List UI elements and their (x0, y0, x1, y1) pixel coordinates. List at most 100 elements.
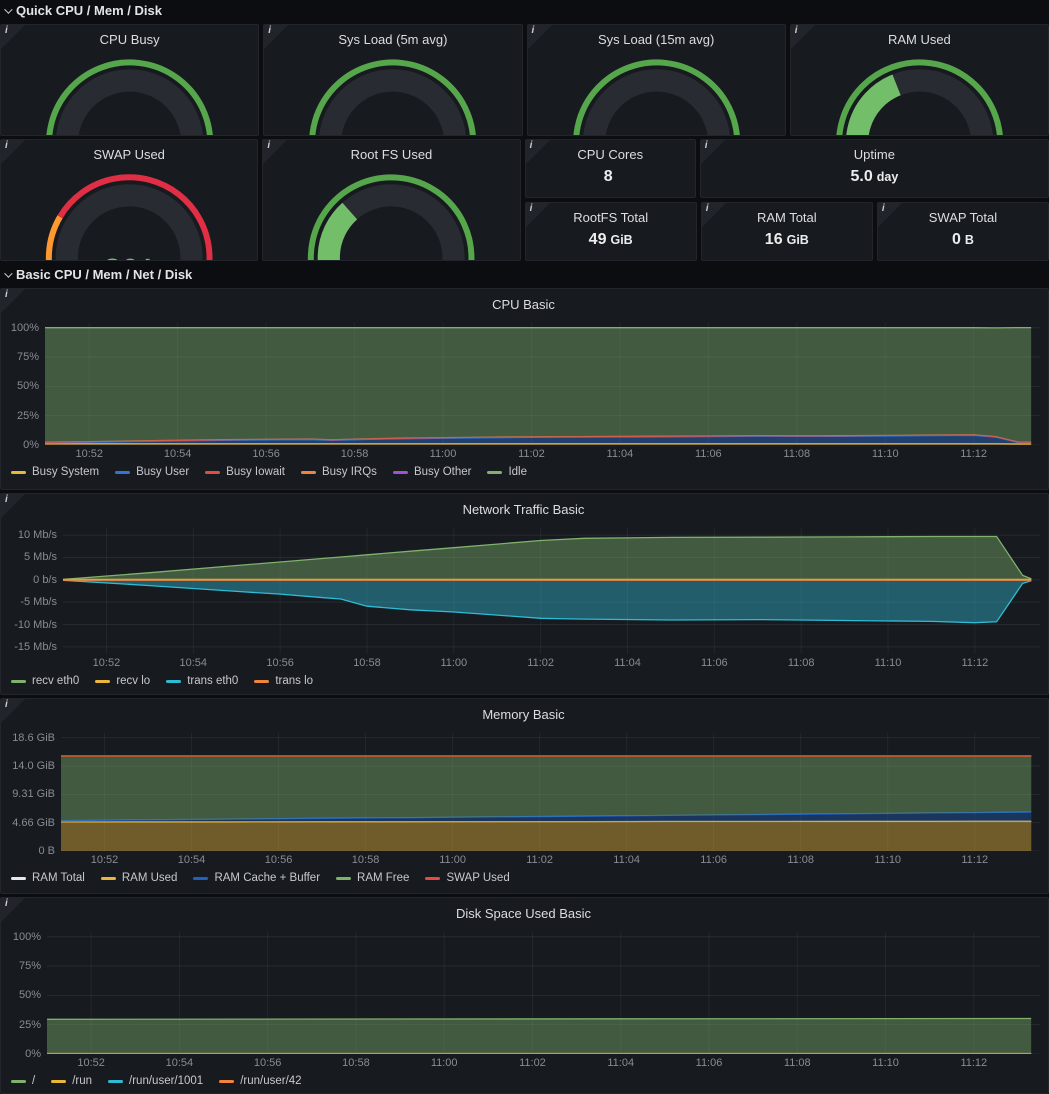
x-tick-label: 11:12 (961, 854, 988, 866)
second-row: i SWAP Used 0% i Root FS Used 34.6% i CP… (0, 139, 1049, 261)
legend-item[interactable]: /run/user/42 (219, 1075, 301, 1087)
legend-label: Idle (508, 466, 527, 478)
panel-title[interactable]: Sys Load (15m avg) (528, 25, 785, 47)
y-axis: 10 Mb/s5 Mb/s0 b/s-5 Mb/s-10 Mb/s-15 Mb/… (7, 528, 63, 654)
legend-swatch (254, 680, 269, 683)
x-tick-label: 10:54 (180, 657, 208, 669)
legend-label: Busy Iowait (226, 466, 285, 478)
y-tick-label: 9.31 GiB (12, 788, 55, 800)
legend-item[interactable]: recv lo (95, 675, 150, 687)
y-tick-label: -10 Mb/s (14, 619, 57, 631)
panel-title[interactable]: RAM Total (702, 203, 872, 227)
legend-item[interactable]: Idle (487, 466, 527, 478)
panel-title[interactable]: SWAP Total (878, 203, 1048, 227)
legend-item[interactable]: / (11, 1075, 35, 1087)
panel-info-icon[interactable]: i (526, 203, 550, 227)
panel-title[interactable]: Root FS Used (263, 140, 519, 162)
panel-root-fs-used: i Root FS Used 34.6% (262, 139, 520, 261)
legend-item[interactable]: RAM Used (101, 872, 178, 884)
panel-ram-total: i RAM Total 16GiB (701, 202, 873, 261)
legend-item[interactable]: Busy User (115, 466, 189, 478)
panel-info-icon[interactable]: i (528, 25, 552, 49)
x-tick-label: 11:12 (962, 657, 989, 669)
legend-swatch (336, 877, 351, 880)
legend: recv eth0 recv lo trans eth0 trans lo (7, 670, 1040, 692)
panel-ram-used: i RAM Used 42% (790, 24, 1049, 136)
legend-item[interactable]: Busy IRQs (301, 466, 377, 478)
legend-label: Busy IRQs (322, 466, 377, 478)
gauge-swap-used: 0% (1, 162, 257, 261)
x-tick-label: 11:08 (783, 448, 810, 460)
row-header-basic[interactable]: Basic CPU / Mem / Net / Disk (0, 264, 1049, 285)
panel-title[interactable]: CPU Basic (7, 289, 1040, 313)
panel-info-icon[interactable]: i (1, 699, 25, 723)
panel-info-icon[interactable]: i (791, 25, 815, 49)
panel-title[interactable]: Sys Load (5m avg) (264, 25, 521, 47)
legend-swatch (108, 1080, 123, 1083)
panel-info-icon[interactable]: i (878, 203, 902, 227)
panel-info-icon[interactable]: i (701, 140, 725, 164)
x-tick-label: 11:10 (874, 854, 901, 866)
chart-canvas[interactable] (61, 733, 1040, 851)
panel-memory-basic: i Memory Basic 18.6 GiB14.0 GiB9.31 GiB4… (0, 698, 1049, 894)
panel-title[interactable]: RootFS Total (526, 203, 696, 227)
x-tick-label: 11:12 (960, 1057, 987, 1069)
y-tick-label: 0 b/s (33, 574, 57, 586)
x-tick-label: 11:02 (519, 1057, 546, 1069)
panel-swap-total: i SWAP Total 0B (877, 202, 1049, 261)
legend-item[interactable]: Busy Other (393, 466, 472, 478)
panel-title[interactable]: CPU Cores (526, 140, 695, 164)
chart-canvas[interactable] (63, 528, 1040, 654)
row-header-quick[interactable]: Quick CPU / Mem / Disk (0, 0, 1049, 21)
panel-info-icon[interactable]: i (702, 203, 726, 227)
panel-title[interactable]: Disk Space Used Basic (7, 898, 1040, 922)
panel-title[interactable]: Uptime (701, 140, 1048, 164)
panel-title[interactable]: RAM Used (791, 25, 1048, 47)
legend-label: Busy System (32, 466, 99, 478)
panel-title[interactable]: CPU Busy (1, 25, 258, 47)
panel-info-icon[interactable]: i (526, 140, 550, 164)
panel-info-icon[interactable]: i (1, 140, 25, 164)
panel-info-icon[interactable]: i (1, 25, 25, 49)
x-tick-label: 11:02 (527, 657, 554, 669)
legend-item[interactable]: /run/user/1001 (108, 1075, 203, 1087)
legend-label: recv eth0 (32, 675, 79, 687)
y-axis: 100%75%50%25%0% (7, 323, 45, 445)
x-tick-label: 11:04 (607, 1057, 634, 1069)
legend-item[interactable]: RAM Cache + Buffer (193, 872, 320, 884)
stat-value: 0B (878, 227, 1048, 260)
panel-info-icon[interactable]: i (1, 494, 25, 518)
panel-info-icon[interactable]: i (263, 140, 287, 164)
panel-network-traffic-basic: i Network Traffic Basic 10 Mb/s5 Mb/s0 b… (0, 493, 1049, 695)
gauge-sys-load-5m: 10.9% (264, 47, 521, 136)
legend-swatch (193, 877, 208, 880)
legend-item[interactable]: recv eth0 (11, 675, 79, 687)
legend-item[interactable]: RAM Total (11, 872, 85, 884)
legend-label: /run/user/42 (240, 1075, 301, 1087)
legend-item[interactable]: Busy System (11, 466, 99, 478)
legend-item[interactable]: RAM Free (336, 872, 409, 884)
y-tick-label: 75% (19, 960, 41, 972)
x-axis: 10:5210:5410:5610:5811:0011:0211:0411:06… (63, 654, 1040, 670)
panel-title[interactable]: Network Traffic Basic (7, 494, 1040, 518)
chart-canvas[interactable] (45, 323, 1040, 445)
legend-item[interactable]: trans eth0 (166, 675, 238, 687)
panel-title[interactable]: SWAP Used (1, 140, 257, 162)
x-tick-label: 11:04 (613, 854, 640, 866)
x-tick-label: 10:58 (341, 448, 369, 460)
panel-info-icon[interactable]: i (1, 898, 25, 922)
chart-canvas[interactable] (47, 932, 1040, 1054)
legend-item[interactable]: /run (51, 1075, 92, 1087)
gauge-value: 0% (102, 251, 156, 261)
panel-rootfs-total: i RootFS Total 49GiB (525, 202, 697, 261)
panel-info-icon[interactable]: i (1, 289, 25, 313)
x-tick-label: 10:54 (164, 448, 192, 460)
x-tick-label: 11:02 (518, 448, 545, 460)
row-title: Basic CPU / Mem / Net / Disk (16, 267, 192, 282)
legend-item[interactable]: Busy Iowait (205, 466, 285, 478)
panel-title[interactable]: Memory Basic (7, 699, 1040, 723)
legend-item[interactable]: trans lo (254, 675, 313, 687)
y-tick-label: 5 Mb/s (24, 551, 57, 563)
panel-info-icon[interactable]: i (264, 25, 288, 49)
legend-item[interactable]: SWAP Used (425, 872, 509, 884)
